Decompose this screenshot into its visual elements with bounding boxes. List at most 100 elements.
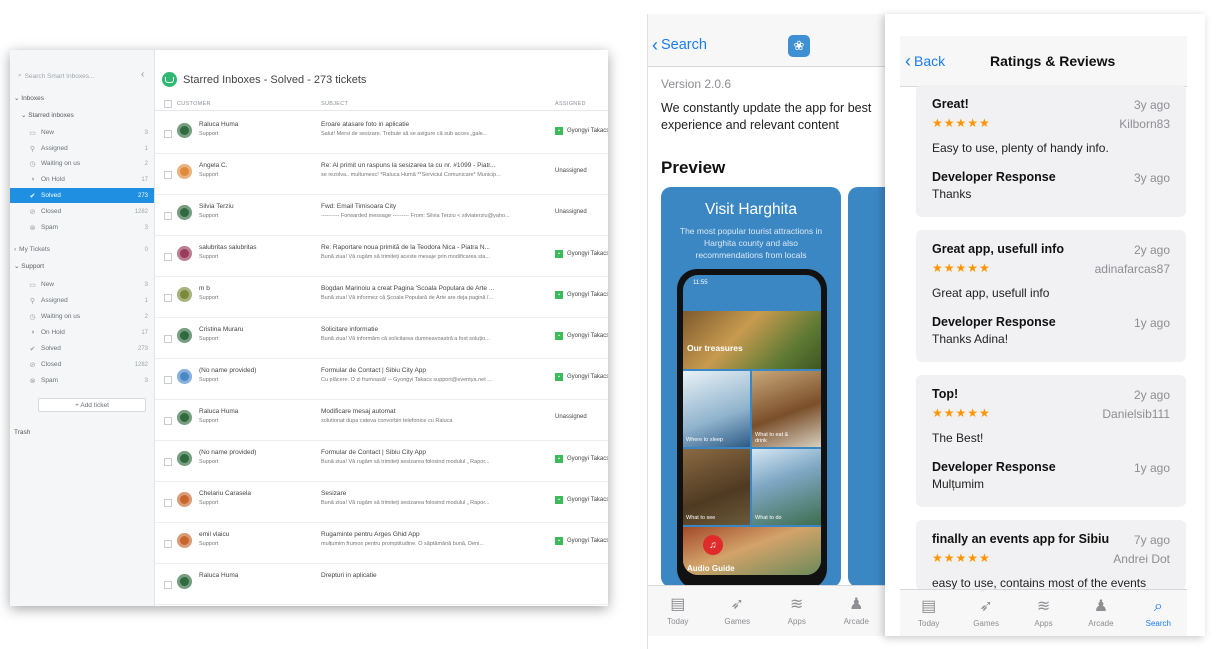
support-item-spam[interactable]: ⊗ Spam 3 xyxy=(10,373,154,388)
row-checkbox[interactable] xyxy=(164,581,172,589)
ticket-subject[interactable]: Eroare atasare foto in aplicatie xyxy=(321,121,549,128)
assignee[interactable]: ▪ Gyongyi Takacs xyxy=(555,291,608,299)
assignee[interactable]: ▪ Gyongyi Takacs xyxy=(555,332,608,340)
starred-inboxes-heading[interactable]: ⌄ Starred inboxes xyxy=(21,111,74,119)
starred-item-waiting[interactable]: ◷ Waiting on us 2 xyxy=(10,156,154,171)
customer-name[interactable]: Cristina Muraru xyxy=(199,326,243,333)
tab-games[interactable]: ➶ Games xyxy=(708,586,768,636)
ticket-row[interactable]: (No name provided) Support Formular de Con… xyxy=(155,440,608,482)
row-checkbox[interactable] xyxy=(164,417,172,425)
support-item-closed[interactable]: ⊘ Closed 1282 xyxy=(10,357,154,372)
ticket-subject[interactable]: Bogdan Marinoiu a creat Pagina 'Scoala P… xyxy=(321,285,549,292)
ticket-row[interactable]: Cristina Muraru Support Solicitare informa… xyxy=(155,317,608,359)
tile-where-to-sleep[interactable]: Where to sleep xyxy=(683,371,750,447)
review-card[interactable]: Top! 2y ago ★★★★★ Danielsib111 The Best!… xyxy=(916,375,1186,507)
ticket-subject[interactable]: Sesizare xyxy=(321,490,549,497)
tile-audio-guide[interactable]: ♫ Audio Guide xyxy=(683,527,821,575)
ticket-row[interactable]: emil vlaicu Support Rugaminte pentru Arges… xyxy=(155,522,608,564)
column-subject[interactable]: SUBJECT xyxy=(321,101,348,107)
tab-games[interactable]: ➶ Games xyxy=(957,590,1014,636)
row-checkbox[interactable] xyxy=(164,376,172,384)
ticket-row[interactable]: salubritas salubritas Support Re: Raportar… xyxy=(155,235,608,277)
customer-name[interactable]: Raluca Huma xyxy=(199,121,238,128)
row-checkbox[interactable] xyxy=(164,253,172,261)
customer-name[interactable]: (No name provided) xyxy=(199,367,256,374)
review-card[interactable]: Great app, usefull info 2y ago ★★★★★ adi… xyxy=(916,230,1186,362)
ticket-subject[interactable]: Formular de Contact | Sibiu City App xyxy=(321,449,549,456)
review-card[interactable]: finally an events app for Sibiu 7y ago ★… xyxy=(916,520,1186,590)
tab-arcade[interactable]: ♟ Arcade xyxy=(1072,590,1129,636)
customer-name[interactable]: (No name provided) xyxy=(199,449,256,456)
ticket-subject[interactable]: Rugaminte pentru Arges Ghid App xyxy=(321,531,549,538)
column-customer[interactable]: CUSTOMER xyxy=(177,101,211,107)
starred-item-on-hold[interactable]: ◑ On Hold 17 xyxy=(10,172,154,187)
smart-inbox-search[interactable]: ⌕ Search Smart Inboxes... xyxy=(18,70,128,82)
add-ticket-button[interactable]: + Add ticket xyxy=(38,398,146,412)
row-checkbox[interactable] xyxy=(164,171,172,179)
ticket-row[interactable]: m b Support Bogdan Marinoiu a creat Pagina… xyxy=(155,276,608,318)
column-assigned[interactable]: ASSIGNED xyxy=(555,101,586,107)
tab-today[interactable]: ▤ Today xyxy=(900,590,957,636)
ticket-row[interactable]: Angela C. Support Re: Al primit un raspuns… xyxy=(155,153,608,195)
customer-name[interactable]: emil vlaicu xyxy=(199,531,229,538)
row-checkbox[interactable] xyxy=(164,458,172,466)
trash-link[interactable]: Trash xyxy=(14,429,30,436)
ticket-subject[interactable]: Formular de Contact | Sibiu City App xyxy=(321,367,549,374)
row-checkbox[interactable] xyxy=(164,540,172,548)
support-item-on-hold[interactable]: ◑ On Hold 17 xyxy=(10,325,154,340)
customer-name[interactable]: Raluca Huma xyxy=(199,408,238,415)
ticket-row[interactable]: Raluca Huma Support Eroare atasare foto in… xyxy=(155,112,608,154)
ticket-row[interactable]: Chelariu Carasela Support Sesizare Bună ziu… xyxy=(155,481,608,523)
starred-item-closed[interactable]: ⊘ Closed 1282 xyxy=(10,204,154,219)
customer-name[interactable]: Silvia Terziu xyxy=(199,203,234,210)
row-checkbox[interactable] xyxy=(164,294,172,302)
assignee[interactable]: ▪ Gyongyi Takacs xyxy=(555,496,608,504)
support-item-assigned[interactable]: ⚲ Assigned 1 xyxy=(10,293,154,308)
review-card[interactable]: Great! 3y ago ★★★★★ Kilborn83 Easy to us… xyxy=(916,85,1186,217)
assignee[interactable]: ▪ Gyongyi Takacs xyxy=(555,455,608,463)
tab-arcade[interactable]: ♟ Arcade xyxy=(827,586,887,636)
assignee[interactable]: Unassigned xyxy=(555,414,587,420)
select-all-checkbox[interactable] xyxy=(164,100,172,108)
customer-name[interactable]: salubritas salubritas xyxy=(199,244,256,251)
assignee[interactable]: ▪ Gyongyi Takacs xyxy=(555,127,608,135)
customer-name[interactable]: Raluca Huma xyxy=(199,572,238,579)
starred-item-solved[interactable]: ✔ Solved 273 xyxy=(10,188,154,203)
tab-apps[interactable]: ≋ Apps xyxy=(1015,590,1072,636)
starred-item-new[interactable]: ▭ New 3 xyxy=(10,125,154,140)
row-checkbox[interactable] xyxy=(164,130,172,138)
tab-search[interactable]: ⌕ Search xyxy=(1130,590,1187,636)
assignee[interactable]: ▪ Gyongyi Takacs xyxy=(555,537,608,545)
tile-what-to-see[interactable]: What to see xyxy=(683,449,750,525)
preview-screenshot[interactable]: Visit Harghita The most popular tourist … xyxy=(661,187,841,587)
customer-name[interactable]: m b xyxy=(199,285,210,292)
ticket-subject[interactable]: Re: Raportare noua primită de la Teodora… xyxy=(321,244,549,251)
ticket-subject[interactable]: Re: Al primit un raspuns la sesizarea ta… xyxy=(321,162,549,169)
customer-name[interactable]: Angela C. xyxy=(199,162,228,169)
assignee[interactable]: ▪ Gyongyi Takacs xyxy=(555,373,608,381)
tab-apps[interactable]: ≋ Apps xyxy=(767,586,827,636)
tile-what-to-do[interactable]: What to do xyxy=(752,449,821,525)
ticket-row[interactable]: Silvia Terziu Support Fwd: Email Timisoara… xyxy=(155,194,608,236)
support-item-new[interactable]: ▭ New 3 xyxy=(10,277,154,292)
my-tickets-heading[interactable]: › My Tickets 0 xyxy=(10,242,154,257)
support-item-solved[interactable]: ✔ Solved 273 xyxy=(10,341,154,356)
starred-item-assigned[interactable]: ⚲ Assigned 1 xyxy=(10,141,154,156)
ticket-subject[interactable]: Modificare mesaj automat xyxy=(321,408,549,415)
ticket-subject[interactable]: Solicitare informatie xyxy=(321,326,549,333)
ticket-subject[interactable]: Drepturi in aplicatie xyxy=(321,572,549,579)
ticket-row[interactable]: Raluca Huma Support Modificare mesaj autom… xyxy=(155,399,608,441)
ticket-row[interactable]: (No name provided) Support Formular de Con… xyxy=(155,358,608,400)
back-to-search-button[interactable]: ‹ Search xyxy=(652,36,707,54)
row-checkbox[interactable] xyxy=(164,335,172,343)
next-preview-screenshot[interactable] xyxy=(848,187,886,587)
assignee[interactable]: Unassigned xyxy=(555,168,587,174)
tile-what-to-eat[interactable]: What to eat & drink xyxy=(752,371,821,447)
assignee[interactable]: Unassigned xyxy=(555,209,587,215)
customer-name[interactable]: Chelariu Carasela xyxy=(199,490,251,497)
support-heading[interactable]: ⌄ Support xyxy=(14,262,44,270)
collapse-sidebar-icon[interactable]: ‹ xyxy=(141,69,144,80)
ticket-row[interactable]: Raluca Huma Drepturi in aplicatie xyxy=(155,563,608,605)
row-checkbox[interactable] xyxy=(164,499,172,507)
support-item-waiting[interactable]: ◷ Waiting on us 2 xyxy=(10,309,154,324)
